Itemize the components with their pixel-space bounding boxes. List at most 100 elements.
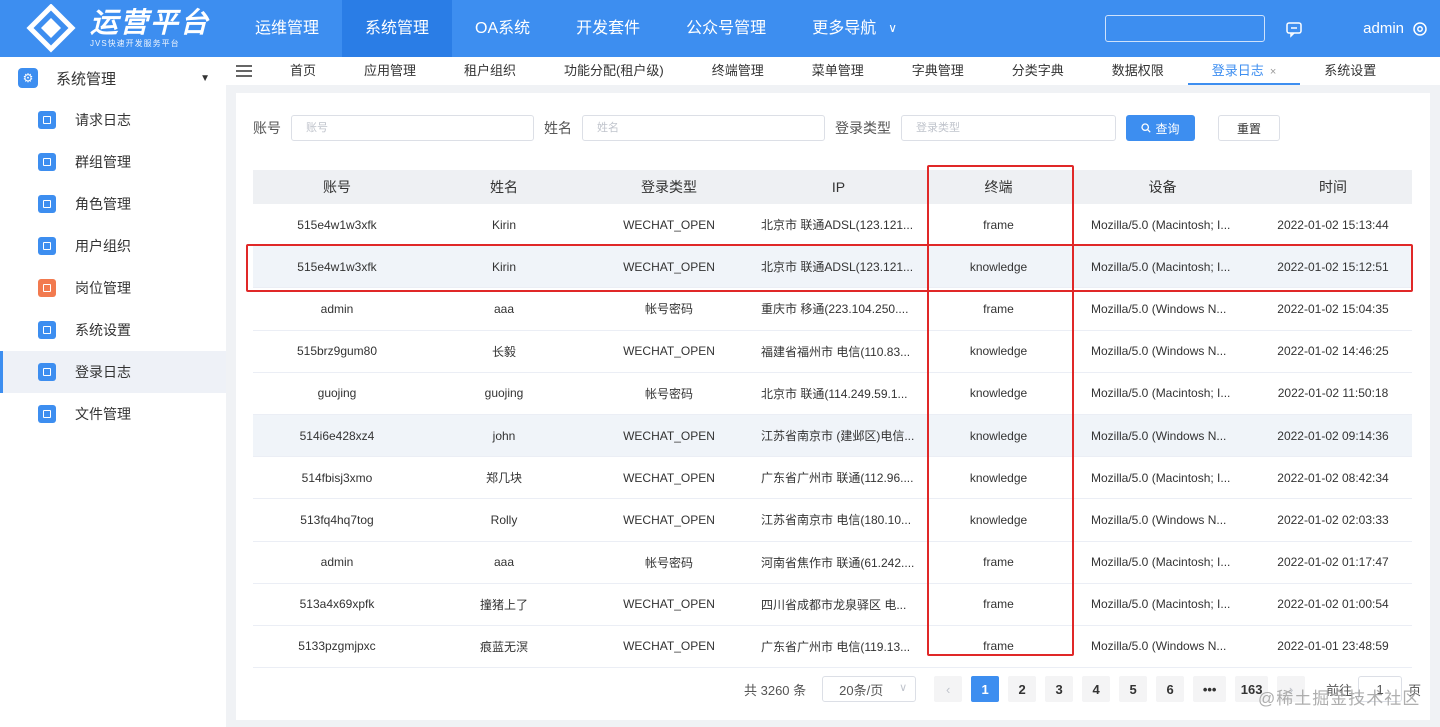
user-name[interactable]: admin [1363,20,1404,37]
close-icon[interactable]: × [1270,66,1276,78]
column-header: 登录类型 [641,179,697,195]
sidebar-item[interactable]: 群组管理 [0,141,226,183]
table-row[interactable]: 515brz9gum80 长毅 WECHAT_OPEN 福建省福州市 电信(110.8… [253,331,1412,373]
tab[interactable]: 菜单管理 [788,57,888,85]
table-cell: 江苏省南京市 (建邺区)电信... [761,429,915,444]
table-cell: 513fq4hq7tog [300,512,374,527]
table-row[interactable]: 515e4w1w3xfk Kirin WECHAT_OPEN 北京市 联通ADSL(1… [253,246,1412,289]
sidebar-item[interactable]: 岗位管理 [0,267,226,309]
table-cell: Kirin [491,217,516,232]
page-button[interactable]: 5 [1119,676,1148,702]
menu-item-icon [38,153,56,171]
menu-toggle-icon[interactable] [236,65,252,77]
table-cell: 2022-01-02 02:03:33 [1277,512,1389,527]
tab[interactable]: 应用管理 [340,57,440,85]
tab[interactable]: 数据权限 [1088,57,1188,85]
page-button[interactable]: 6 [1156,676,1185,702]
table-cell: Mozilla/5.0 (Windows N... [1091,301,1227,316]
gear-icon[interactable] [1412,21,1428,37]
tab[interactable]: 字典管理 [888,57,988,85]
sidebar-item[interactable]: 文件管理 [0,393,226,435]
table-row[interactable]: guojing guojing 帐号密码 北京市 联通(114.249.59.1...… [253,373,1412,415]
table-cell: frame [983,301,1014,316]
top-nav-item[interactable]: 公众号管理 [663,0,789,57]
column-header: 账号 [323,179,351,195]
tab[interactable]: 登录日志 × [1187,57,1301,85]
prev-page-button[interactable]: ‹ [934,676,963,702]
page-button[interactable]: 3 [1045,676,1074,702]
top-search-input[interactable] [1105,15,1266,42]
tab[interactable]: 功能分配(租户级) [540,57,688,85]
table-row[interactable]: 513a4x69xpfk 撞猪上了 WECHAT_OPEN 四川省成都市龙泉驿区 电.… [253,584,1412,626]
page-button[interactable]: ••• [1193,676,1227,702]
sidebar-item[interactable]: 系统设置 [0,309,226,351]
name-input[interactable]: 姓名 [582,115,825,141]
table-cell: 痕蓝无溟 [479,639,528,654]
login-type-label: 登录类型 [835,120,891,136]
table-row[interactable]: 514i6e428xz4 john WECHAT_OPEN 江苏省南京市 (建邺区)电… [253,414,1412,458]
table-cell: Mozilla/5.0 (Macintosh; I... [1091,555,1231,570]
table-cell: 2022-01-02 15:04:35 [1277,301,1389,316]
top-nav-label: 开发套件 [576,20,641,37]
sidebar-item-label: 请求日志 [75,112,131,128]
table-row[interactable]: 514fbisj3xmo 郑几块 WECHAT_OPEN 广东省广州市 联通(112.… [253,457,1412,500]
table-cell: guojing [317,386,357,401]
sidebar-item[interactable]: 登录日志 [0,351,226,393]
table-cell: 帐号密码 [644,386,693,401]
login-type-input[interactable]: 登录类型 [901,115,1116,141]
table-row[interactable]: admin aaa 帐号密码 重庆市 移通(223.104.250.... frame M… [253,288,1412,331]
sidebar-item[interactable]: 用户组织 [0,225,226,267]
table-cell: 514i6e428xz4 [299,428,375,443]
tab-label: 登录日志 [1211,63,1264,78]
table-cell: frame [983,639,1014,654]
page-button[interactable]: 1 [971,676,1000,702]
table-cell: 2022-01-02 15:12:51 [1277,259,1389,274]
page-button[interactable]: 2 [1008,676,1037,702]
table-cell: Mozilla/5.0 (Windows N... [1091,512,1227,527]
query-button[interactable]: 查询 [1126,115,1195,141]
main-panel: 账号 账号 姓名 姓名 登录类型 登录类型 查询 重置 账号 姓名 登录类型 IP 终端… [236,93,1430,720]
sidebar-item-label: 登录日志 [75,364,131,380]
menu-item-icon [38,195,56,213]
page-button[interactable]: 4 [1082,676,1111,702]
sidebar-item[interactable]: 角色管理 [0,183,226,225]
column-header: 时间 [1319,179,1347,195]
table-cell: Mozilla/5.0 (Macintosh; I... [1091,217,1231,232]
table-cell: knowledge [969,428,1028,443]
table-cell: knowledge [969,512,1028,527]
top-nav-item[interactable]: 系统管理 [342,0,453,57]
tab[interactable]: 租户组织 [440,57,540,85]
table-row[interactable]: admin aaa 帐号密码 河南省焦作市 联通(61.242.... frame Moz… [253,542,1412,584]
table-cell: 广东省广州市 电信(119.13... [761,639,911,654]
account-input[interactable]: 账号 [291,115,534,141]
tab[interactable]: 首页 [266,57,340,85]
table-row[interactable]: 515e4w1w3xfk Kirin WECHAT_OPEN 北京市 联通ADSL(1… [253,204,1412,247]
table-cell: Mozilla/5.0 (Macintosh; I... [1091,259,1231,274]
table-row[interactable]: 5133pzgmjpxc 痕蓝无溟 WECHAT_OPEN 广东省广州市 电信(119… [253,626,1412,669]
brand-logo[interactable]: 运营平台 JVS快速开发服务平台 [0,0,230,57]
tab[interactable]: 终端管理 [688,57,788,85]
table-row[interactable]: 513fq4hq7tog Rolly WECHAT_OPEN 江苏省南京市 电信(18… [253,499,1412,542]
tab[interactable]: 系统设置 [1300,57,1400,85]
table-cell: 513a4x69xpfk [299,597,375,612]
table-cell: 5133pzgmjpxc [298,639,376,654]
tab[interactable]: 分类字典 [988,57,1088,85]
menu-item-icon [38,111,56,129]
top-nav-item[interactable]: 运维管理 [232,0,342,57]
top-nav-item[interactable]: OA系统 [452,0,553,57]
page-size-select[interactable]: 20条/页 ∨ [822,676,917,702]
top-nav-item[interactable]: 开发套件 [553,0,663,57]
top-nav-label: OA系统 [475,20,531,37]
tab-label: 菜单管理 [811,63,864,78]
table-cell: 2022-01-02 01:17:47 [1277,555,1389,570]
reset-button[interactable]: 重置 [1218,115,1280,141]
table-cell: WECHAT_OPEN [623,597,715,612]
table-cell: 2022-01-01 23:48:59 [1277,639,1389,654]
top-nav: 运维管理 系统管理 OA系统 开发套件 公众号管理 更多导航 ∨ [232,0,920,57]
table-cell: Mozilla/5.0 (Macintosh; I... [1091,386,1231,401]
watermark: @稀土掘金技术社区 [1258,689,1421,708]
sidebar-section-header[interactable]: ⚙ 系统管理 ▼ [0,57,226,99]
top-nav-item[interactable]: 更多导航 ∨ [789,0,920,57]
sidebar-item[interactable]: 请求日志 [0,99,226,141]
message-icon[interactable] [1285,20,1303,38]
